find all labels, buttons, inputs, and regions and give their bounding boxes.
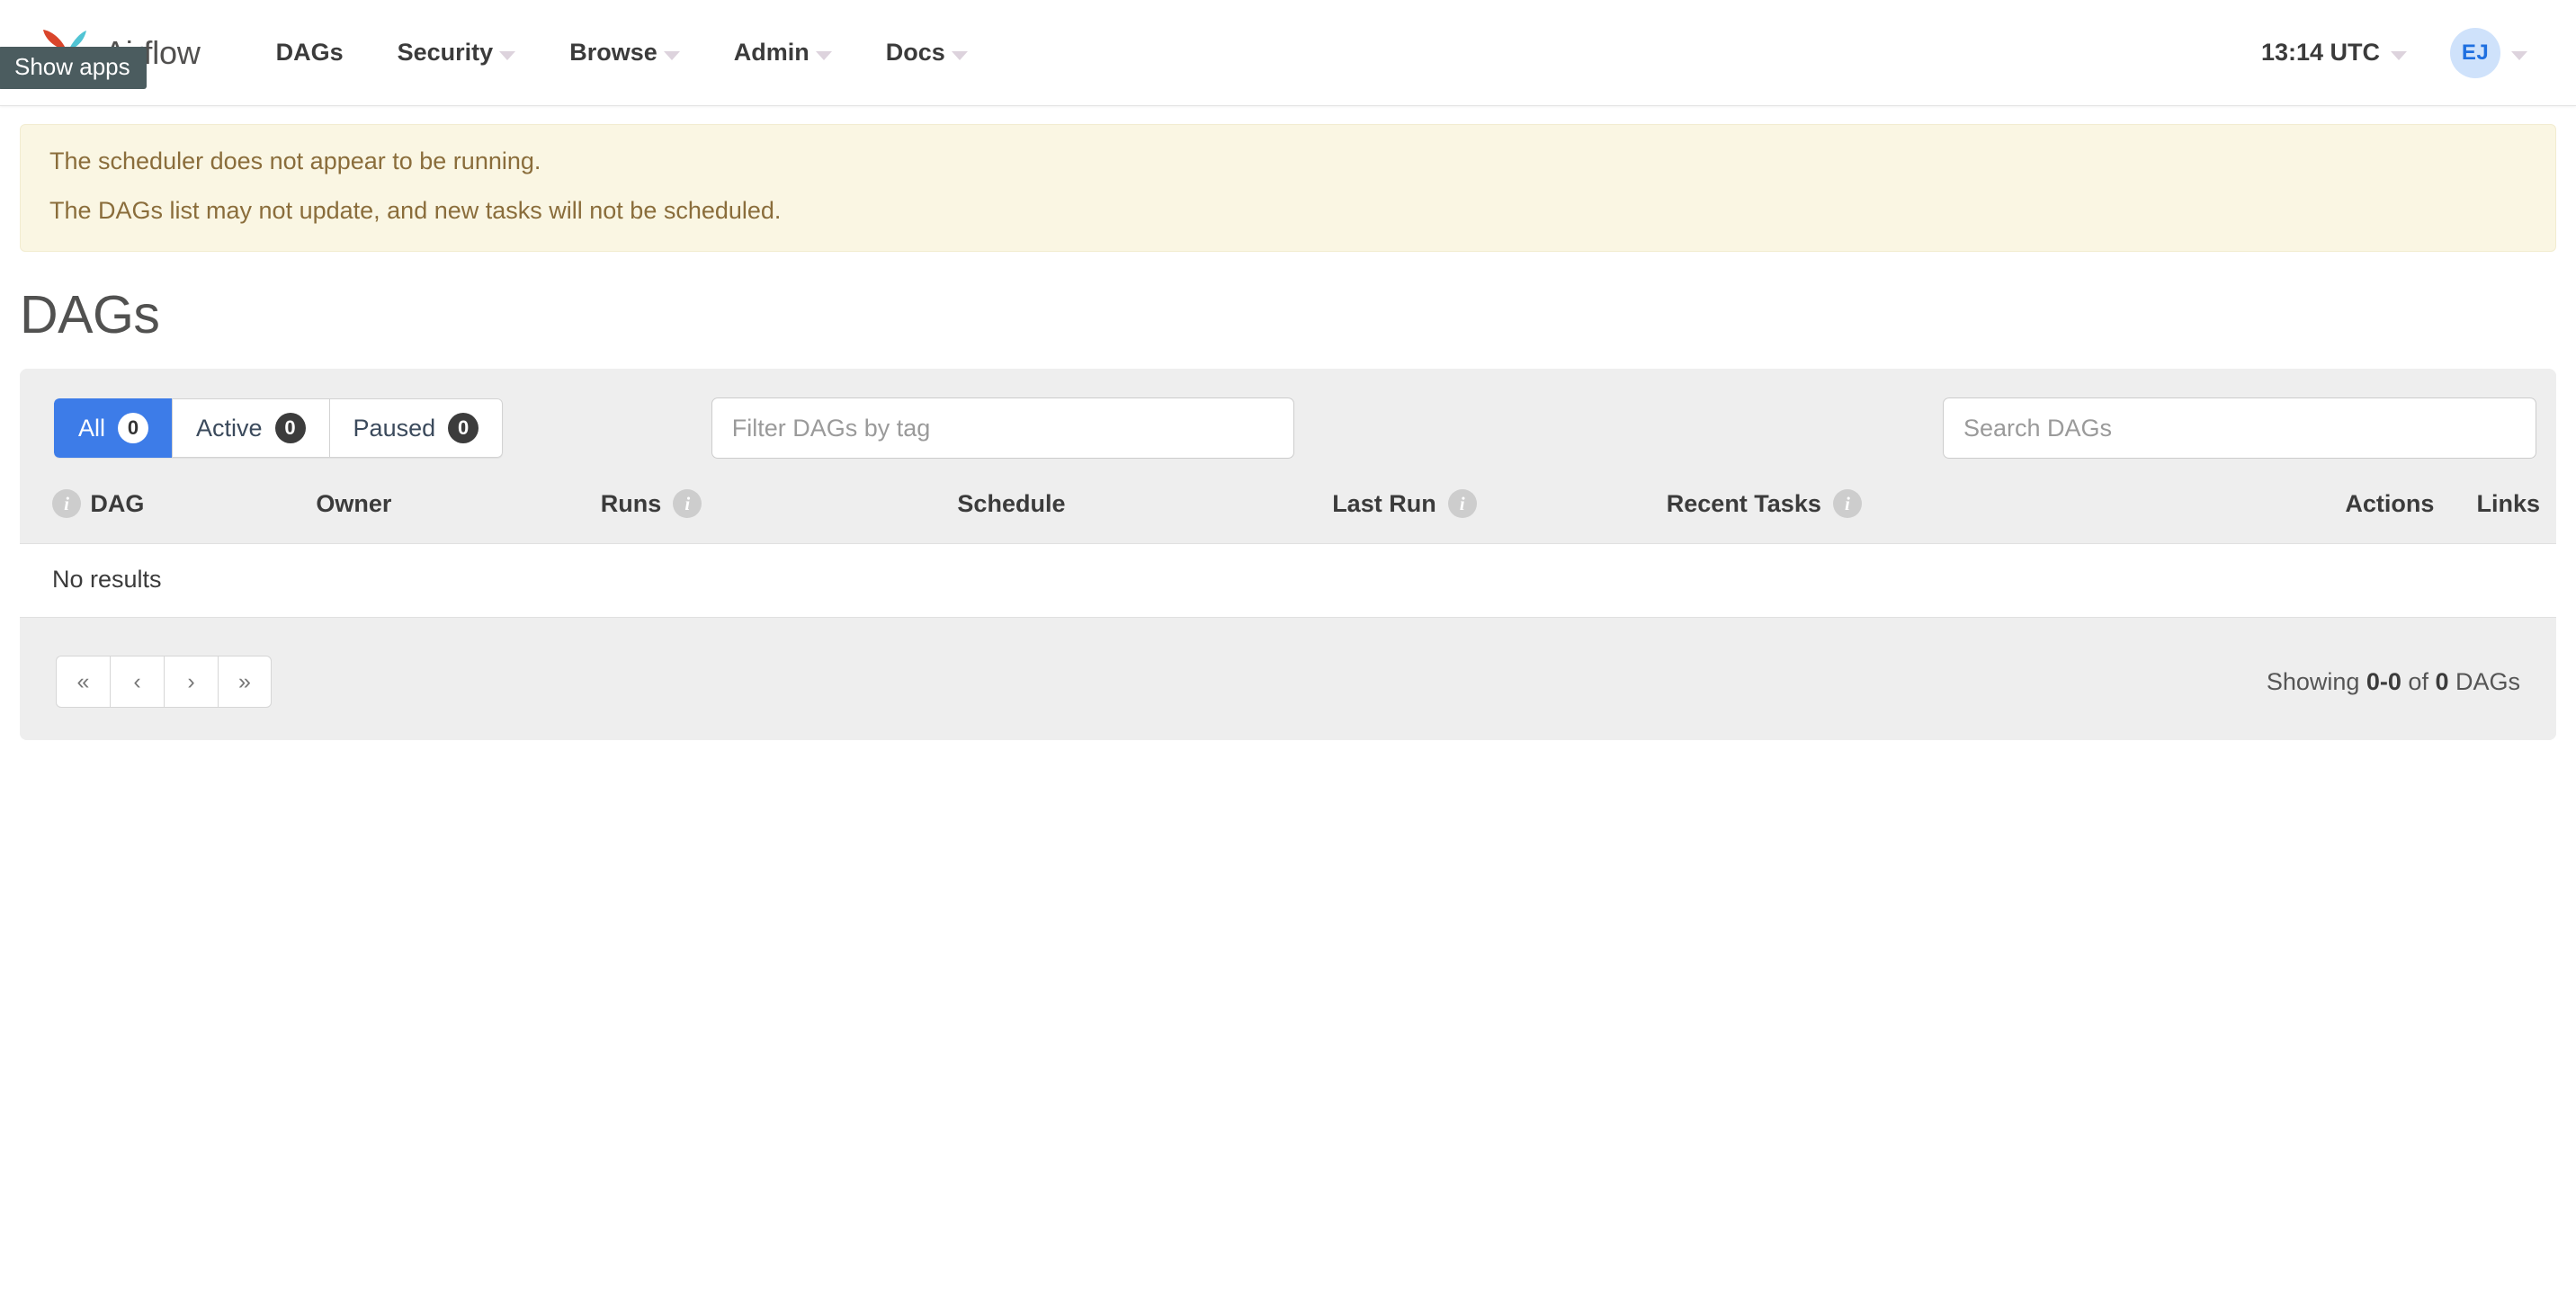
dags-table-body: No results: [20, 543, 2556, 618]
col-label: Recent Tasks: [1666, 489, 1821, 517]
chevron-down-icon: [951, 50, 968, 60]
timezone-selector[interactable]: 13:14 UTC: [2241, 30, 2427, 76]
table-header-row: i DAG Owner Runs i Schedule Last Run i R…: [20, 478, 2556, 544]
col-header-actions: Actions: [2262, 478, 2435, 544]
col-label: Actions: [2345, 489, 2435, 517]
col-header-recent-tasks[interactable]: Recent Tasks i: [1666, 478, 2263, 544]
nav-item-label: Admin: [733, 39, 809, 66]
search-dags-wrap: [1943, 397, 2536, 459]
alert-line-2: The DAGs list may not update, and new ta…: [49, 197, 782, 224]
pagination-next-button[interactable]: ›: [164, 656, 218, 708]
dags-panel-footer: « ‹ › » Showing 0-0 of 0 DAGs: [20, 618, 2556, 740]
col-label: Owner: [316, 489, 392, 517]
col-header-runs[interactable]: Runs i: [600, 478, 958, 544]
col-header-dag[interactable]: DAG: [90, 478, 317, 544]
col-header-schedule[interactable]: Schedule: [957, 478, 1333, 544]
col-label: Links: [2476, 489, 2540, 517]
nav-item-label: Browse: [569, 39, 657, 66]
chevron-down-icon: [2511, 50, 2527, 60]
col-header-owner[interactable]: Owner: [316, 478, 601, 544]
nav-links: DAGs Security Browse Admin Docs: [249, 30, 995, 76]
col-header-links: Links: [2434, 478, 2556, 544]
pagination-last-button[interactable]: »: [218, 656, 272, 708]
info-icon[interactable]: i: [1447, 489, 1477, 518]
col-label: Runs: [600, 489, 662, 517]
dags-toolbar: All 0 Active 0 Paused 0: [20, 369, 2556, 478]
dags-table-head: i DAG Owner Runs i Schedule Last Run i R…: [20, 478, 2556, 544]
col-label: Schedule: [957, 489, 1066, 517]
filter-tag-wrap: [711, 397, 1294, 459]
table-row-empty: No results: [20, 543, 2556, 618]
dags-panel: All 0 Active 0 Paused 0 i: [20, 369, 2556, 740]
user-menu[interactable]: EJ: [2427, 19, 2542, 87]
no-results-cell: No results: [20, 543, 2556, 618]
search-dags-input[interactable]: [1943, 397, 2536, 459]
showing-range: 0-0: [2366, 667, 2402, 695]
show-apps-tooltip: Show apps: [0, 46, 147, 89]
tab-all[interactable]: All 0: [54, 398, 173, 458]
pagination: « ‹ › »: [56, 656, 272, 708]
top-navbar: Airflow Show apps DAGs Security Browse A…: [0, 0, 2576, 106]
nav-item-security[interactable]: Security: [371, 30, 543, 76]
nav-item-admin[interactable]: Admin: [707, 30, 859, 76]
chevron-down-icon: [2391, 50, 2407, 60]
info-icon[interactable]: i: [1832, 489, 1862, 518]
pagination-first-button[interactable]: «: [56, 656, 110, 708]
chevron-down-icon: [815, 50, 832, 60]
tab-count-badge: 0: [118, 413, 149, 443]
tab-active[interactable]: Active 0: [172, 398, 329, 458]
tab-label: Paused: [353, 414, 436, 442]
col-label: DAG: [90, 489, 145, 517]
col-label: Last Run: [1332, 489, 1436, 517]
alert-line-1: The scheduler does not appear to be runn…: [49, 147, 541, 174]
tab-count-badge: 0: [448, 413, 479, 443]
tab-paused[interactable]: Paused 0: [328, 398, 504, 458]
col-header-last-run[interactable]: Last Run i: [1332, 478, 1667, 544]
scheduler-warning-banner: The scheduler does not appear to be runn…: [20, 124, 2556, 252]
chevron-down-icon: [499, 50, 516, 60]
page-title: DAGs: [20, 285, 160, 344]
nav-item-docs[interactable]: Docs: [859, 30, 995, 76]
tab-label: All: [78, 414, 106, 442]
tab-label: Active: [196, 414, 263, 442]
tab-count-badge: 0: [274, 413, 306, 443]
nav-item-dags[interactable]: DAGs: [249, 30, 371, 76]
navbar-right: 13:14 UTC EJ: [2241, 19, 2542, 87]
nav-item-label: Docs: [885, 39, 945, 66]
info-icon[interactable]: i: [673, 489, 702, 518]
info-icon[interactable]: i: [52, 489, 81, 518]
timezone-label: 13:14 UTC: [2260, 39, 2380, 66]
nav-item-label: Security: [397, 39, 494, 66]
showing-prefix: Showing: [2266, 667, 2366, 695]
dags-table: i DAG Owner Runs i Schedule Last Run i R…: [20, 478, 2556, 618]
showing-suffix: DAGs: [2448, 667, 2520, 695]
showing-total: 0: [2435, 667, 2449, 695]
pagination-prev-button[interactable]: ‹: [110, 656, 164, 708]
filter-dags-by-tag-input[interactable]: [711, 397, 1294, 459]
status-filter-tabs: All 0 Active 0 Paused 0: [54, 398, 504, 458]
showing-count-label: Showing 0-0 of 0 DAGs: [2267, 668, 2536, 696]
avatar: EJ: [2450, 27, 2500, 78]
showing-mid: of: [2401, 667, 2436, 695]
nav-item-label: DAGs: [275, 39, 344, 66]
chevron-down-icon: [663, 50, 680, 60]
col-header-toggle: i: [20, 478, 91, 544]
nav-item-browse[interactable]: Browse: [542, 30, 707, 76]
brand-home-link[interactable]: Airflow Show apps: [0, 23, 201, 89]
